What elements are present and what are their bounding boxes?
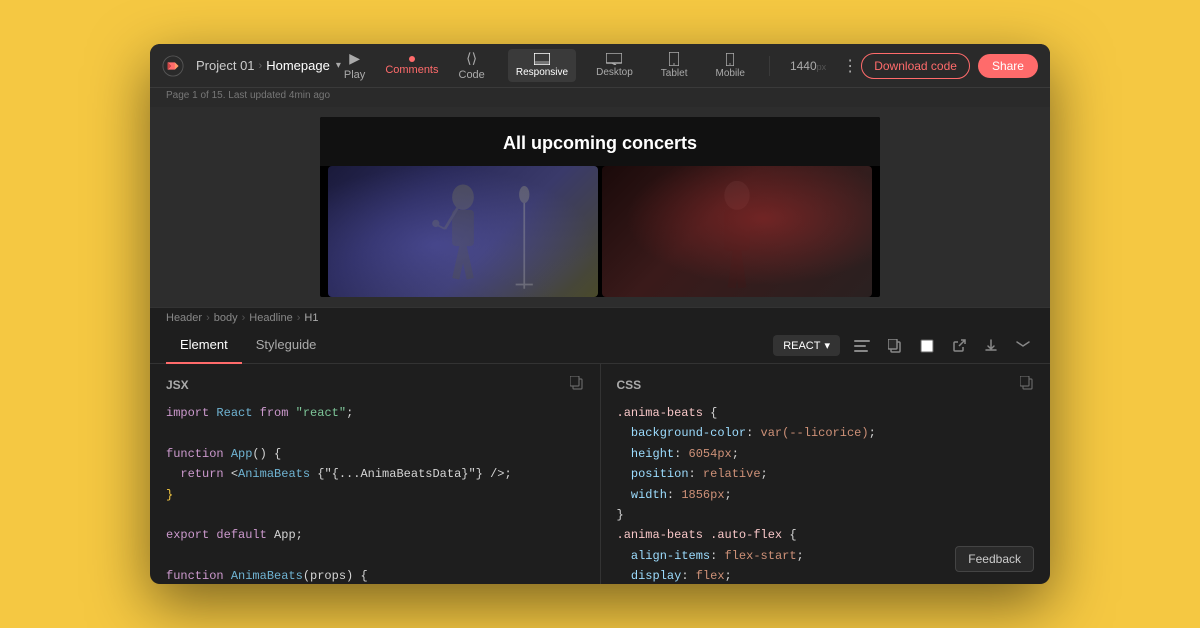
- mobile-button[interactable]: Mobile: [707, 49, 752, 83]
- play-icon: ▶: [349, 50, 360, 67]
- breadcrumb-sep-3: ›: [297, 312, 301, 324]
- app-window: Project 01 › Homepage ▾ ▶ Play Comments …: [150, 44, 1050, 584]
- jsx-line-3: function App() {: [166, 444, 584, 464]
- tab-element-label: Element: [180, 337, 228, 352]
- css-line-7: .anima-beats .auto-flex {: [617, 525, 1035, 545]
- breadcrumb-h1: H1: [304, 312, 318, 324]
- mic-stand-icon: [504, 186, 545, 297]
- responsive-label: Responsive: [516, 67, 568, 78]
- jsx-copy-button[interactable]: [570, 376, 584, 393]
- tablet-button[interactable]: Tablet: [653, 48, 696, 83]
- responsive-icon: [534, 53, 550, 65]
- breadcrumb-headline: Headline: [249, 312, 292, 324]
- breadcrumb-sep-1: ›: [206, 312, 210, 324]
- list-view-icon[interactable]: [850, 336, 874, 356]
- homepage-label[interactable]: Homepage: [266, 58, 330, 73]
- download-code-button[interactable]: Download code: [861, 53, 970, 79]
- jsx-code-block: import React from "react"; function App(…: [166, 403, 584, 584]
- singer-silhouette-icon: [369, 179, 558, 297]
- css-line-6: }: [617, 505, 1035, 525]
- framework-label: REACT: [783, 340, 820, 352]
- framework-selector[interactable]: REACT ▾: [773, 335, 840, 356]
- jsx-line-1: import React from "react";: [166, 403, 584, 423]
- subtitle-text: Page 1 of 15. Last updated 4min ago: [166, 90, 330, 101]
- breadcrumb-bar: Header › body › Headline › H1: [150, 307, 1050, 328]
- comments-dot: [409, 56, 415, 62]
- desktop-button[interactable]: Desktop: [588, 49, 641, 82]
- canvas-area: All upcoming concerts: [150, 107, 1050, 307]
- tab-bar: Element Styleguide REACT ▾: [150, 328, 1050, 364]
- download-icon[interactable]: [980, 335, 1002, 357]
- mobile-label: Mobile: [715, 68, 744, 79]
- tab-styleguide[interactable]: Styleguide: [242, 328, 331, 364]
- canvas-content: All upcoming concerts: [320, 117, 880, 297]
- project-nav: Project 01 › Homepage ▾: [196, 58, 341, 73]
- tablet-label: Tablet: [661, 68, 688, 79]
- tab-styleguide-label: Styleguide: [256, 337, 317, 352]
- breadcrumb-arrow-icon: ›: [259, 60, 263, 72]
- code-button[interactable]: ⟨⟩ Code: [459, 50, 485, 81]
- code-panels: JSX import React from "react"; function …: [150, 364, 1050, 584]
- tab-element[interactable]: Element: [166, 328, 242, 364]
- comments-button[interactable]: Comments: [385, 56, 438, 76]
- css-panel: CSS .anima-beats { background-color: var…: [601, 364, 1051, 584]
- breadcrumb-sep-2: ›: [242, 312, 246, 324]
- tablet-icon: [669, 52, 679, 66]
- copy-all-icon[interactable]: [884, 335, 906, 357]
- project-label: Project 01: [196, 58, 255, 73]
- concert-image-2: [602, 166, 872, 297]
- width-display: 1440px: [790, 59, 826, 73]
- css-panel-title: CSS: [617, 378, 642, 392]
- jsx-line-6: [166, 505, 584, 525]
- concert-images: [320, 166, 880, 297]
- css-panel-header: CSS: [617, 376, 1035, 393]
- expand-icon[interactable]: [1012, 337, 1034, 355]
- subtitle-bar: Page 1 of 15. Last updated 4min ago: [150, 88, 1050, 107]
- code-icon: ⟨⟩: [466, 50, 477, 67]
- feedback-button[interactable]: Feedback: [955, 546, 1034, 572]
- dropdown-icon[interactable]: ▾: [336, 60, 341, 71]
- concert-image-1: [328, 166, 598, 297]
- white-box-icon[interactable]: [916, 335, 938, 357]
- jsx-line-8: [166, 546, 584, 566]
- logo-area: [162, 55, 184, 77]
- top-bar-right: Download code Share: [861, 53, 1038, 79]
- tab-right-controls: REACT ▾: [773, 335, 1034, 357]
- jsx-panel: JSX import React from "react"; function …: [150, 364, 601, 584]
- desktop-label: Desktop: [596, 67, 633, 78]
- css-copy-button[interactable]: [1020, 376, 1034, 393]
- jsx-line-4: return <AnimaBeats {"{...AnimaBeatsData}…: [166, 464, 584, 484]
- play-button[interactable]: ▶ Play: [344, 50, 365, 81]
- top-bar-center: ▶ Play Comments ⟨⟩ Code: [344, 50, 485, 81]
- separator: [769, 56, 770, 76]
- css-line-4: position: relative;: [617, 464, 1035, 484]
- view-controls: Responsive Desktop Tablet Mobile 1440px …: [508, 48, 858, 83]
- share-button[interactable]: Share: [978, 54, 1038, 78]
- comments-label: Comments: [385, 64, 438, 76]
- css-line-3: height: 6054px;: [617, 444, 1035, 464]
- desktop-icon: [606, 53, 622, 65]
- jsx-line-7: export default App;: [166, 525, 584, 545]
- code-label: Code: [459, 69, 485, 81]
- top-bar: Project 01 › Homepage ▾ ▶ Play Comments …: [150, 44, 1050, 88]
- more-options-icon[interactable]: ⋮: [842, 56, 858, 76]
- logo-icon: [162, 55, 184, 77]
- performer-silhouette-icon: [629, 179, 845, 297]
- play-label: Play: [344, 69, 365, 81]
- mobile-icon: [726, 53, 734, 66]
- jsx-line-2: [166, 423, 584, 443]
- jsx-line-5: }: [166, 485, 584, 505]
- css-line-1: .anima-beats {: [617, 403, 1035, 423]
- chevron-down-icon: ▾: [824, 339, 830, 352]
- responsive-button[interactable]: Responsive: [508, 49, 576, 82]
- external-link-icon[interactable]: [948, 335, 970, 357]
- breadcrumb-header: Header: [166, 312, 202, 324]
- jsx-panel-header: JSX: [166, 376, 584, 393]
- css-line-2: background-color: var(--licorice);: [617, 423, 1035, 443]
- jsx-line-9: function AnimaBeats(props) {: [166, 566, 584, 584]
- css-line-5: width: 1856px;: [617, 485, 1035, 505]
- jsx-panel-title: JSX: [166, 378, 189, 392]
- concert-title: All upcoming concerts: [320, 117, 880, 166]
- breadcrumb-body: body: [214, 312, 238, 324]
